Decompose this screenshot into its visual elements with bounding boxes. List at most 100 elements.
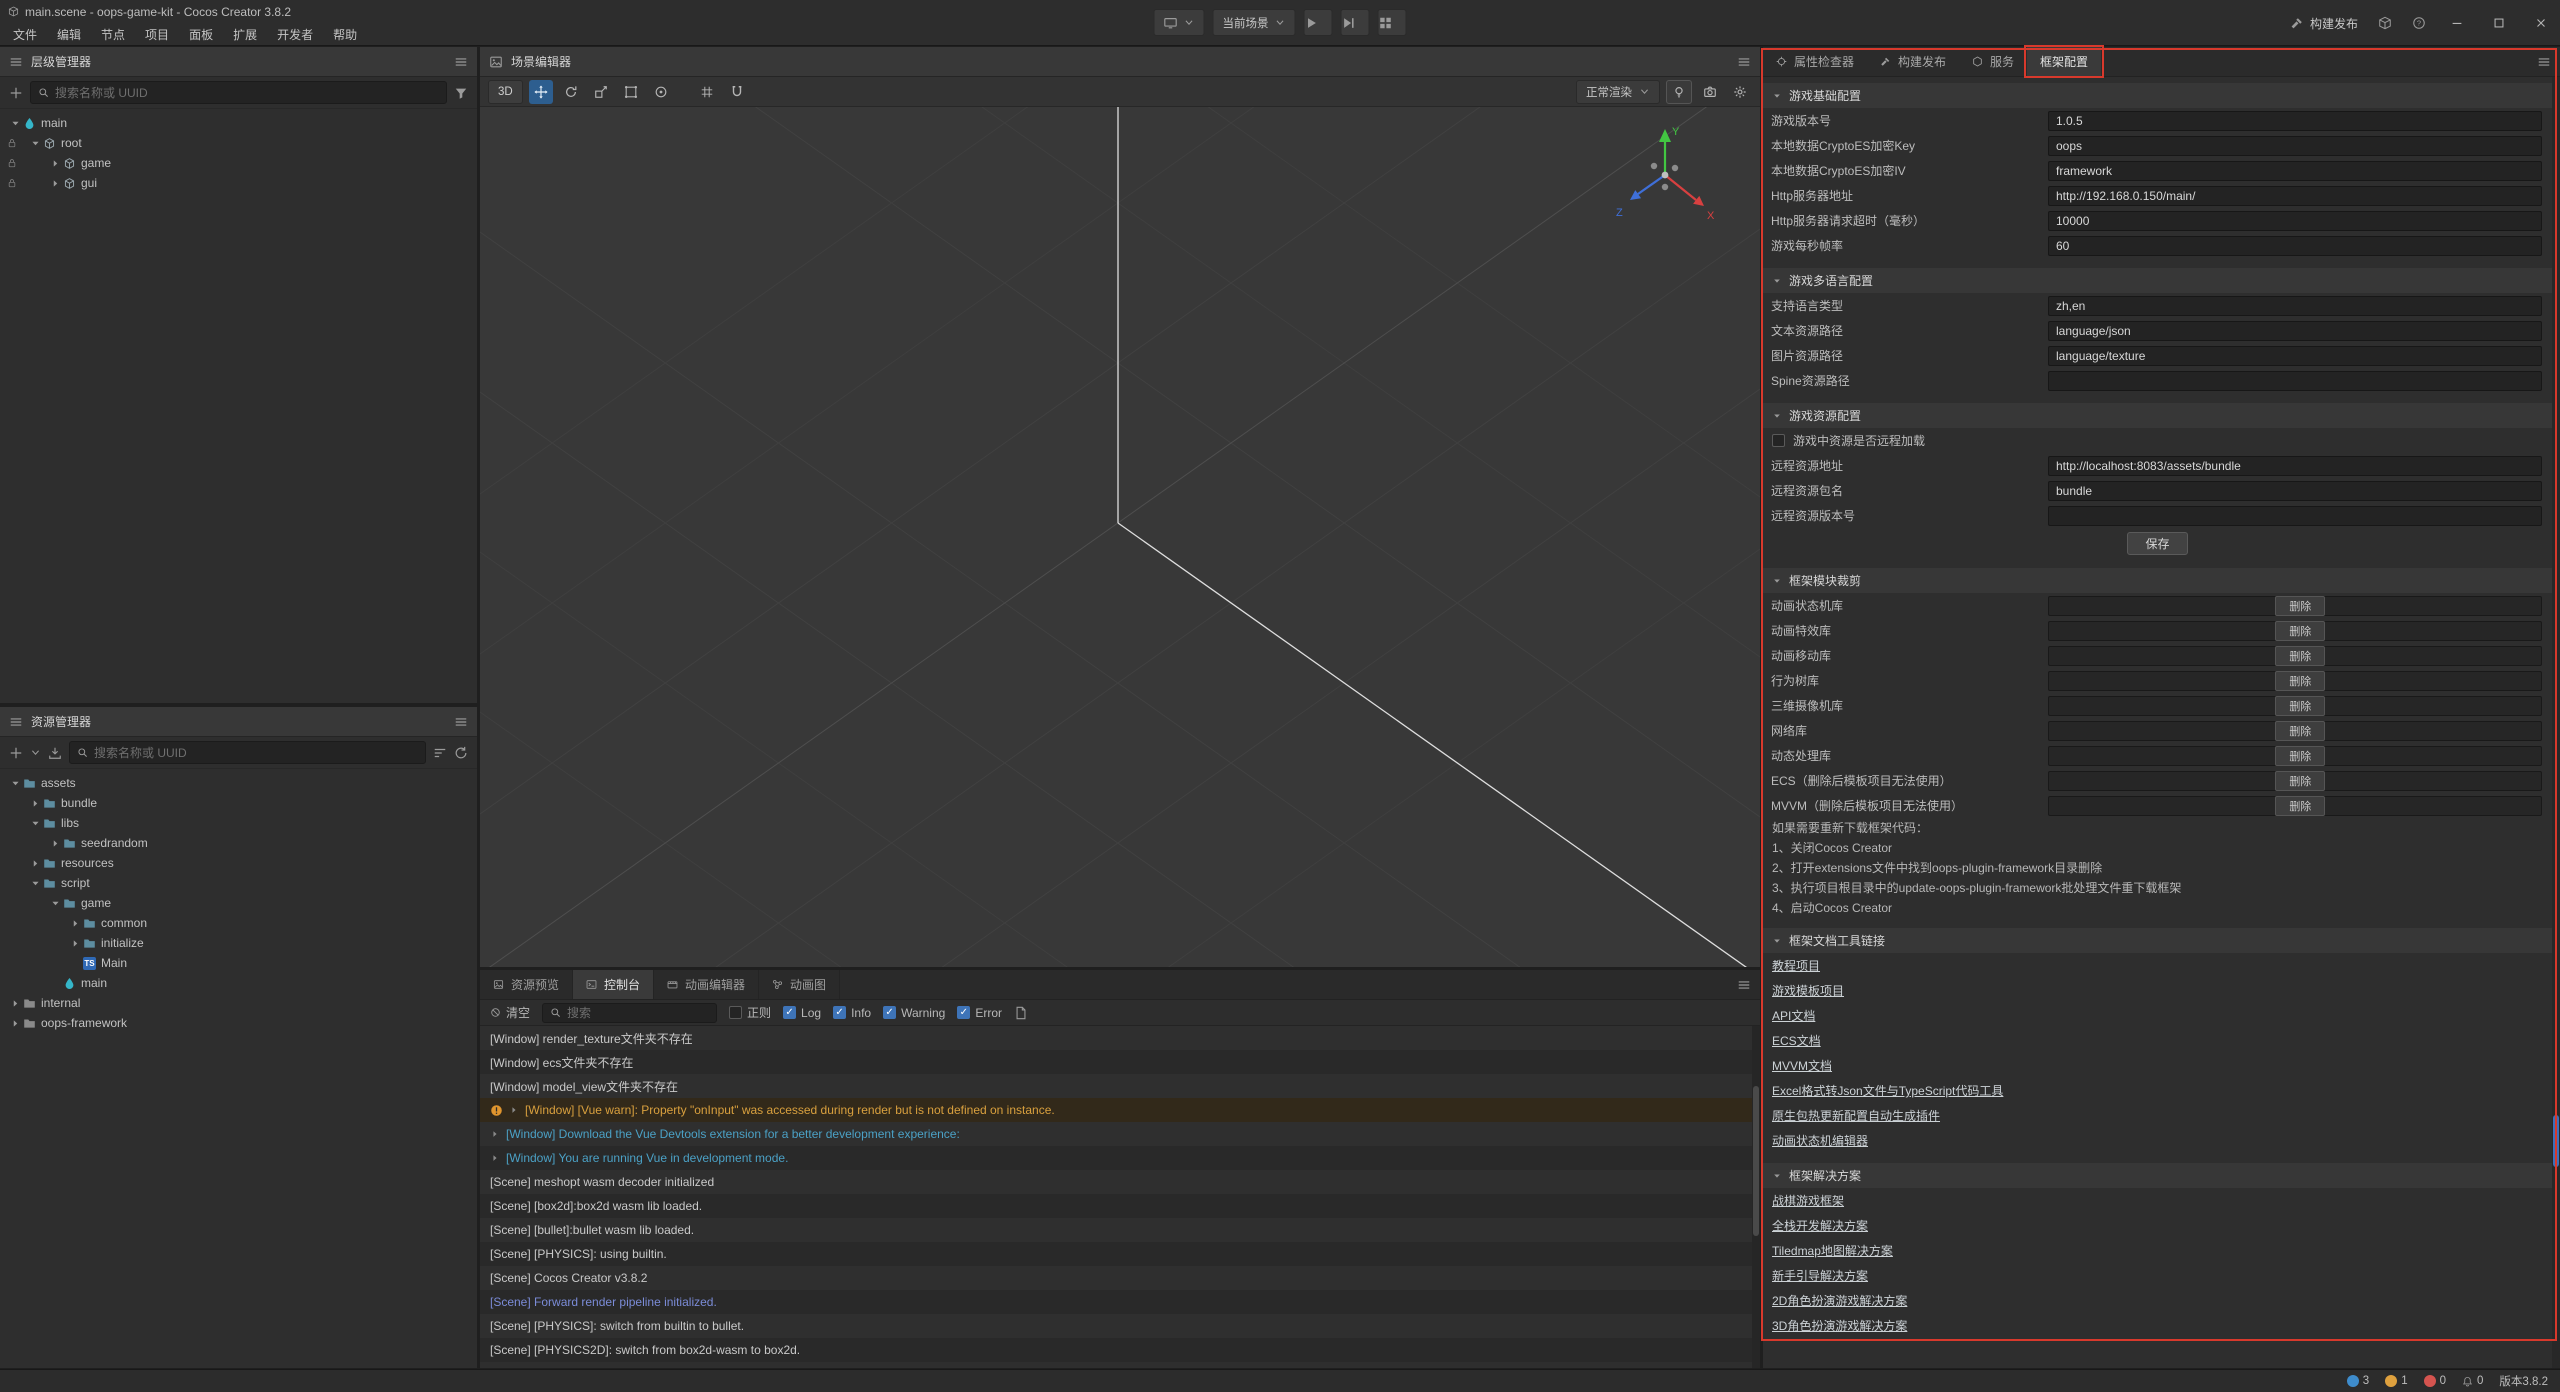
hierarchy-node-main[interactable]: main bbox=[0, 113, 477, 133]
grid-snap-toggle[interactable] bbox=[695, 80, 719, 104]
error-count-badge[interactable]: 0 bbox=[2424, 1375, 2446, 1387]
link-新手引导解决方案[interactable]: 新手引导解决方案 bbox=[1772, 1267, 1868, 1284]
filter-Log[interactable]: ✓Log bbox=[783, 1006, 821, 1020]
console-tab-动画图[interactable]: 动画图 bbox=[759, 970, 840, 999]
assets-node-libs[interactable]: libs bbox=[0, 813, 477, 833]
delete-module-button[interactable]: 删除 bbox=[2275, 596, 2325, 616]
expand-log-icon[interactable] bbox=[490, 1129, 500, 1139]
assets-node-main[interactable]: main bbox=[0, 973, 477, 993]
expand-toggle-icon[interactable] bbox=[28, 878, 43, 889]
menu-开发者[interactable]: 开发者 bbox=[268, 24, 322, 45]
regex-toggle[interactable]: 正则 bbox=[729, 1004, 771, 1021]
hierarchy-node-game[interactable]: game bbox=[0, 153, 477, 173]
sort-assets-icon[interactable] bbox=[433, 746, 447, 760]
clear-console-button[interactable]: 清空 bbox=[490, 1004, 530, 1021]
hierarchy-node-root[interactable]: root bbox=[0, 133, 477, 153]
section-游戏基础配置[interactable]: 游戏基础配置 bbox=[1763, 83, 2552, 108]
link-MVVM文档[interactable]: MVVM文档 bbox=[1772, 1057, 1832, 1074]
assets-node-initialize[interactable]: initialize bbox=[0, 933, 477, 953]
field-input[interactable] bbox=[2048, 186, 2542, 206]
link-ECS文档[interactable]: ECS文档 bbox=[1772, 1032, 1821, 1049]
delete-module-button[interactable]: 删除 bbox=[2275, 621, 2325, 641]
panel-menu-icon[interactable] bbox=[9, 715, 23, 729]
inspector-scrollbar[interactable] bbox=[2552, 77, 2560, 1368]
lock-icon[interactable] bbox=[7, 158, 17, 168]
remote-load-checkbox[interactable] bbox=[1772, 434, 1785, 447]
link-原生包热更新配置自动生成插件[interactable]: 原生包热更新配置自动生成插件 bbox=[1772, 1107, 1940, 1124]
console-tab-动画编辑器[interactable]: 动画编辑器 bbox=[654, 970, 759, 999]
expand-log-icon[interactable] bbox=[509, 1105, 519, 1115]
link-Excel格式转Json文件与TypeScript代码工具[interactable]: Excel格式转Json文件与TypeScript代码工具 bbox=[1772, 1082, 2003, 1099]
scene-options-icon[interactable] bbox=[1737, 55, 1751, 69]
hierarchy-node-gui[interactable]: gui bbox=[0, 173, 477, 193]
package-icon[interactable] bbox=[2378, 16, 2392, 30]
mode-3d-button[interactable]: 3D bbox=[488, 80, 523, 104]
link-3D角色扮演游戏解决方案[interactable]: 3D角色扮演游戏解决方案 bbox=[1772, 1317, 1907, 1334]
refresh-assets-icon[interactable] bbox=[454, 746, 468, 760]
filter-icon[interactable] bbox=[454, 86, 468, 100]
scene-viewport[interactable]: Y X Z bbox=[480, 107, 1760, 967]
link-游戏模板项目[interactable]: 游戏模板项目 bbox=[1772, 982, 1844, 999]
filter-checkbox[interactable]: ✓ bbox=[833, 1006, 846, 1019]
delete-module-button[interactable]: 删除 bbox=[2275, 771, 2325, 791]
link-教程项目[interactable]: 教程项目 bbox=[1772, 957, 1820, 974]
assets-node-bundle[interactable]: bundle bbox=[0, 793, 477, 813]
field-input[interactable] bbox=[2048, 481, 2542, 501]
scene-settings-icon[interactable] bbox=[1728, 80, 1752, 104]
scene-select-dropdown[interactable]: 当前场景 bbox=[1213, 9, 1296, 36]
link-2D角色扮演游戏解决方案[interactable]: 2D角色扮演游戏解决方案 bbox=[1772, 1292, 1907, 1309]
expand-toggle-icon[interactable] bbox=[48, 158, 63, 169]
menu-编辑[interactable]: 编辑 bbox=[48, 24, 90, 45]
console-tab-资源预览[interactable]: 资源预览 bbox=[480, 970, 573, 999]
expand-toggle-icon[interactable] bbox=[28, 138, 43, 149]
notification-badge[interactable]: 0 bbox=[2462, 1375, 2483, 1387]
console-search[interactable] bbox=[542, 1003, 717, 1023]
console-options-icon[interactable] bbox=[1737, 978, 1751, 992]
scrollbar-thumb[interactable] bbox=[1753, 1086, 1759, 1236]
filter-checkbox[interactable]: ✓ bbox=[783, 1006, 796, 1019]
hierarchy-search-input[interactable] bbox=[55, 86, 439, 100]
filter-Error[interactable]: ✓Error bbox=[957, 1006, 1002, 1020]
menu-文件[interactable]: 文件 bbox=[4, 24, 46, 45]
preview-target-button[interactable] bbox=[1154, 9, 1205, 36]
expand-toggle-icon[interactable] bbox=[8, 118, 23, 129]
log-count-badge[interactable]: 3 bbox=[2347, 1375, 2369, 1387]
render-mode-dropdown[interactable]: 正常渲染 bbox=[1576, 80, 1660, 104]
play-button[interactable] bbox=[1304, 9, 1333, 36]
link-Tiledmap地图解决方案[interactable]: Tiledmap地图解决方案 bbox=[1772, 1242, 1893, 1259]
inspector-options-icon[interactable] bbox=[2537, 55, 2551, 69]
assets-options-icon[interactable] bbox=[454, 715, 468, 729]
close-button[interactable] bbox=[2530, 16, 2552, 30]
expand-toggle-icon[interactable] bbox=[28, 798, 43, 809]
orientation-gizmo[interactable]: Y X Z bbox=[1610, 117, 1720, 227]
assets-node-script[interactable]: script bbox=[0, 873, 477, 893]
expand-toggle-icon[interactable] bbox=[28, 858, 43, 869]
create-asset-caret-icon[interactable] bbox=[30, 747, 41, 758]
help-icon[interactable]: ? bbox=[2412, 16, 2426, 30]
expand-toggle-icon[interactable] bbox=[48, 838, 63, 849]
assets-search-input[interactable] bbox=[94, 746, 418, 760]
menu-帮助[interactable]: 帮助 bbox=[324, 24, 366, 45]
warning-count-badge[interactable]: 1 bbox=[2385, 1375, 2407, 1387]
transform-gizmo-tool[interactable] bbox=[649, 80, 673, 104]
inspector-tab-属性检查器[interactable]: 属性检查器 bbox=[1763, 47, 1867, 76]
inspector-tab-框架配置[interactable]: 框架配置 bbox=[2027, 47, 2101, 76]
assets-node-common[interactable]: common bbox=[0, 913, 477, 933]
delete-module-button[interactable]: 删除 bbox=[2275, 646, 2325, 666]
menu-项目[interactable]: 项目 bbox=[136, 24, 178, 45]
menu-扩展[interactable]: 扩展 bbox=[224, 24, 266, 45]
expand-toggle-icon[interactable] bbox=[48, 898, 63, 909]
assets-search[interactable] bbox=[69, 741, 426, 764]
assets-node-assets[interactable]: assets bbox=[0, 773, 477, 793]
camera-preview-toggle[interactable] bbox=[1698, 80, 1722, 104]
console-tab-控制台[interactable]: 控制台 bbox=[573, 970, 654, 999]
delete-module-button[interactable]: 删除 bbox=[2275, 671, 2325, 691]
field-input[interactable] bbox=[2048, 506, 2542, 526]
move-tool[interactable] bbox=[529, 80, 553, 104]
rect-tool[interactable] bbox=[619, 80, 643, 104]
expand-toggle-icon[interactable] bbox=[48, 178, 63, 189]
filter-Info[interactable]: ✓Info bbox=[833, 1006, 871, 1020]
assets-node-resources[interactable]: resources bbox=[0, 853, 477, 873]
filter-checkbox[interactable]: ✓ bbox=[957, 1006, 970, 1019]
expand-toggle-icon[interactable] bbox=[28, 818, 43, 829]
